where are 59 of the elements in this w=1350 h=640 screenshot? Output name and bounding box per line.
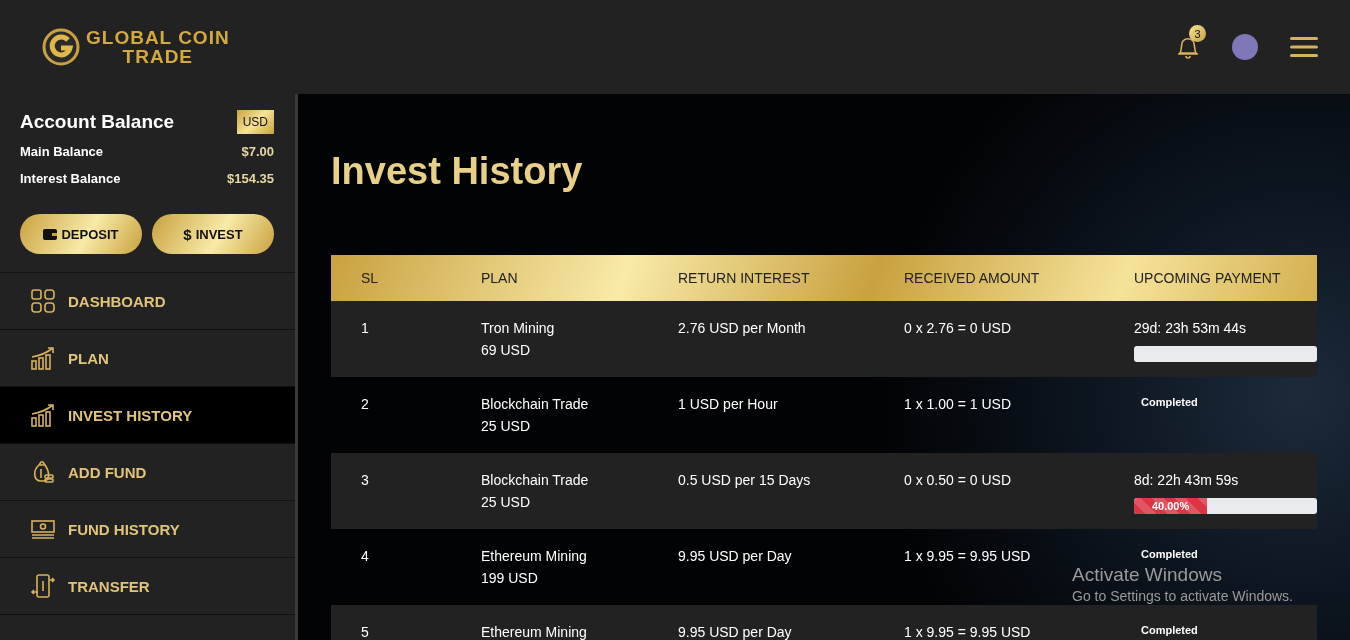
avatar[interactable]	[1232, 34, 1258, 60]
column-header: SL	[360, 270, 380, 286]
table-cell-text: 1 x 1.00 = 1 USD	[903, 396, 1012, 412]
column-header: RECEIVED AMOUNT	[903, 270, 1041, 286]
plan-amount: 199 USD	[481, 570, 539, 586]
balance-label: Interest Balance	[20, 171, 121, 186]
countdown: 8d: 22h 43m 59s	[1134, 472, 1240, 488]
table-cell-text: 4	[360, 548, 370, 564]
grid-icon	[30, 288, 56, 314]
table-cell-text: 1 x 9.95 = 9.95 USD	[903, 548, 1032, 564]
chart-arrow-icon	[30, 345, 56, 371]
table-cell-text: 2.76 USD per Month	[677, 320, 807, 336]
activation-notice-text: Go to Settings to activate Windows.	[1072, 588, 1293, 604]
table-cell-text: 9.95 USD per Day	[677, 624, 793, 640]
plan-name: Tron Mining	[481, 320, 556, 336]
countdown: 29d: 23h 53m 44s	[1134, 320, 1248, 336]
wallet-icon	[43, 228, 58, 240]
chart-arrow-icon	[30, 402, 56, 428]
sidebar-item[interactable]: DASHBOARD	[0, 273, 295, 330]
plan-name: Ethereum Mining	[481, 624, 588, 640]
plan-amount: 25 USD	[481, 418, 532, 434]
table-cell-text: 9.95 USD per Day	[677, 548, 793, 564]
progress-fill: 40.00%	[1134, 498, 1208, 514]
balance-value: $154.35	[227, 171, 274, 186]
column-header: UPCOMING PAYMENT	[1133, 270, 1282, 286]
plan-amount: 69 USD	[481, 342, 532, 358]
currency-badge[interactable]: USD	[236, 110, 274, 134]
menu-icon[interactable]	[1290, 36, 1318, 58]
status-label: Completed	[1140, 548, 1199, 560]
table-cell-text: 0 x 0.50 = 0 USD	[903, 472, 1012, 488]
status-label: Completed	[1140, 624, 1199, 636]
table-cell-text: 0.5 USD per 15 Days	[677, 472, 812, 488]
table-cell-text: 3	[360, 472, 370, 488]
balance-title: Account Balance	[20, 111, 175, 133]
table-cell-text: 5	[360, 624, 370, 640]
deposit-button[interactable]: DEPOSIT	[20, 214, 142, 254]
column-header: RETURN INTEREST	[677, 270, 811, 286]
table-cell-text: 2	[360, 396, 370, 412]
plan-name: Blockchain Trade	[481, 472, 590, 488]
page-title: Invest History	[331, 150, 584, 193]
table-cell-text: 1 x 9.95 = 9.95 USD	[903, 624, 1032, 640]
plan-name: Ethereum Mining	[481, 548, 588, 564]
balance-label: Main Balance	[20, 144, 104, 159]
phone-transfer-icon	[30, 573, 56, 599]
activation-notice-title: Activate Windows	[1072, 564, 1223, 586]
balance-value: $7.00	[241, 144, 274, 159]
logo-icon	[42, 28, 80, 66]
table-cell-text: 1	[360, 320, 370, 336]
table-cell-text: 0 x 2.76 = 0 USD	[903, 320, 1012, 336]
sidebar-item[interactable]: INVEST HISTORY	[0, 387, 295, 444]
status-label: Completed	[1140, 396, 1199, 408]
notification-badge: 3	[1189, 25, 1206, 42]
invest-button[interactable]: $ INVEST	[152, 214, 274, 254]
plan-name: Blockchain Trade	[481, 396, 590, 412]
column-header: PLAN	[480, 270, 519, 286]
table-cell-text: 1 USD per Hour	[677, 396, 779, 412]
plan-amount: 25 USD	[481, 494, 532, 510]
logo-text: GLOBAL COIN TRADE	[86, 28, 230, 66]
sidebar-item[interactable]: FUND HISTORY	[0, 501, 295, 558]
